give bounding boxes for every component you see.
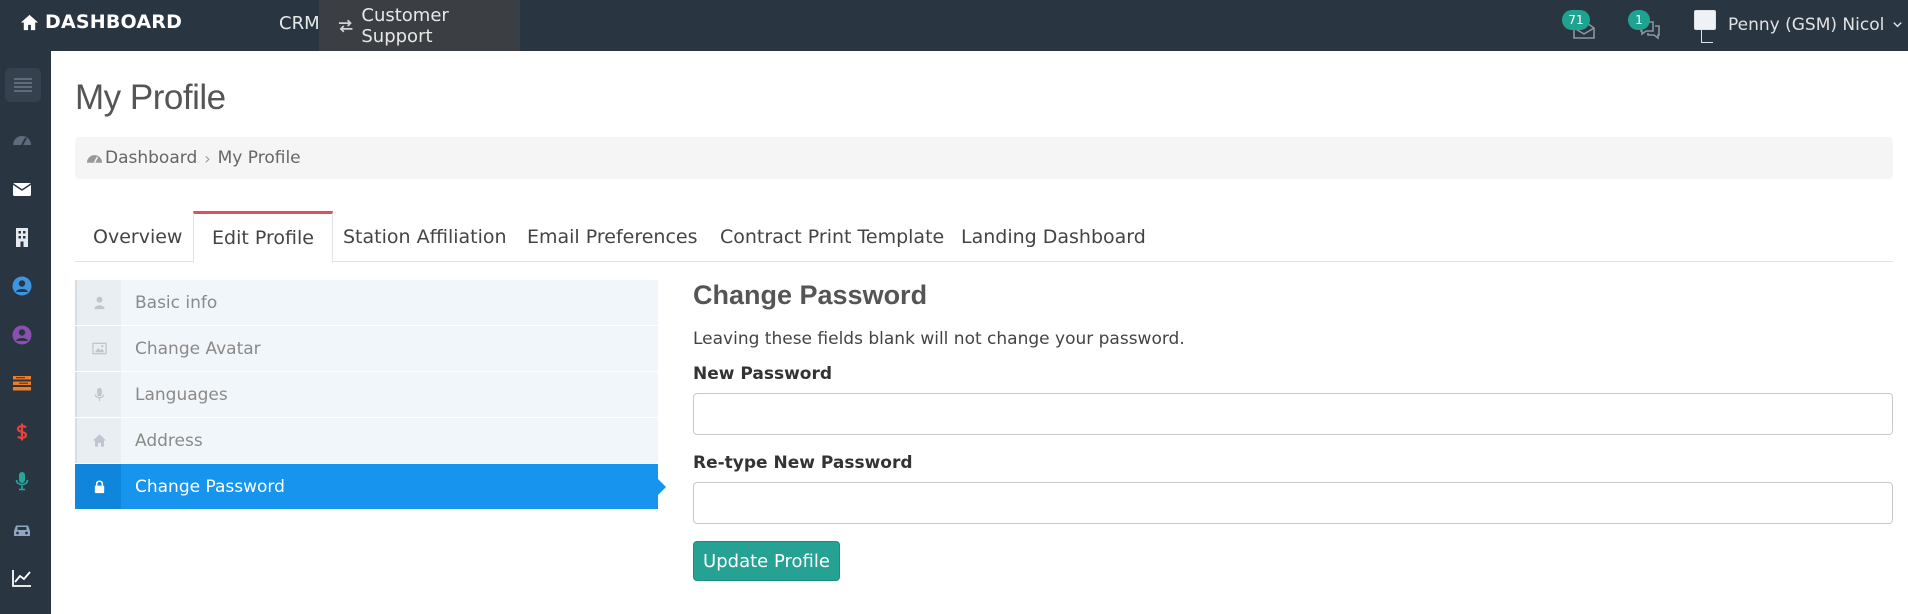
image-icon	[91, 342, 107, 355]
breadcrumb-current: My Profile	[217, 148, 301, 168]
speedometer-icon	[86, 155, 103, 164]
microphone-icon	[94, 387, 104, 402]
mail-notifications[interactable]: 71	[1562, 10, 1598, 40]
menu-item-address[interactable]: Address	[75, 418, 658, 463]
menu-item-label: Languages	[135, 384, 228, 405]
exchange-icon	[338, 19, 353, 32]
building-icon	[16, 228, 28, 247]
page-title: My Profile	[75, 78, 226, 117]
nav-customer-support-link[interactable]: Customer Support	[319, 0, 520, 51]
sidebar-item-dashboard[interactable]	[10, 128, 34, 152]
envelope-icon	[12, 183, 32, 196]
sidebar-item-audio[interactable]	[10, 469, 34, 493]
home-icon	[20, 14, 39, 30]
brand-label: DASHBOARD	[45, 11, 183, 33]
avatar	[1692, 7, 1722, 43]
profile-tabs: Overview Edit Profile Station Affiliatio…	[75, 211, 1893, 263]
sidebar-item-vehicles[interactable]	[10, 518, 34, 542]
dashboard-home-link[interactable]: DASHBOARD	[20, 0, 182, 44]
menu-icon	[14, 78, 32, 92]
user-icon	[93, 296, 105, 310]
user-circle-icon	[12, 276, 32, 296]
mail-count-badge: 71	[1562, 10, 1590, 30]
car-icon	[14, 525, 30, 536]
menu-item-change-avatar[interactable]: Change Avatar	[75, 326, 658, 371]
chat-count-badge: 1	[1628, 10, 1650, 30]
new-password-label: New Password	[693, 364, 833, 384]
user-name: Penny (GSM) Nicol	[1728, 14, 1885, 35]
menu-item-label: Basic info	[135, 292, 218, 313]
menu-item-label: Address	[135, 430, 203, 451]
sidebar-item-billing[interactable]	[10, 420, 34, 444]
nav-crm-link[interactable]: CRM	[279, 0, 320, 47]
menu-item-label: Change Avatar	[135, 338, 261, 359]
tab-edit-profile[interactable]: Edit Profile	[193, 211, 333, 263]
retype-password-input[interactable]	[693, 482, 1893, 524]
menu-item-basic-info[interactable]: Basic info	[75, 280, 658, 325]
sidebar-item-mail[interactable]	[10, 177, 34, 201]
menu-item-label: Change Password	[135, 476, 285, 497]
edit-profile-menu: Basic info Change Avatar Languages Addre…	[75, 280, 666, 510]
home-icon	[92, 434, 106, 447]
new-password-input[interactable]	[693, 393, 1893, 435]
top-navbar: DASHBOARD CRM Customer Support 71 1 Penn…	[0, 0, 1908, 51]
form-help-text: Leaving these fields blank will not chan…	[693, 329, 1185, 349]
menu-item-languages[interactable]: Languages	[75, 372, 658, 417]
tab-station-affiliation[interactable]: Station Affiliation	[325, 211, 525, 262]
speedometer-icon	[13, 136, 31, 146]
dollar-icon	[16, 423, 28, 441]
stack-icon	[13, 376, 31, 391]
chat-notifications[interactable]: 1	[1628, 10, 1664, 40]
sidebar-toggle-button[interactable]	[5, 68, 41, 102]
sidebar-item-reports[interactable]	[10, 566, 34, 590]
sidebar-item-companies[interactable]	[10, 225, 34, 249]
microphone-icon	[15, 472, 29, 491]
form-title: Change Password	[693, 280, 928, 310]
tab-contract-print-template[interactable]: Contract Print Template	[702, 211, 962, 262]
sidebar-item-inventory[interactable]	[10, 371, 34, 395]
tab-overview[interactable]: Overview	[75, 211, 200, 262]
breadcrumb: Dashboard › My Profile	[75, 137, 1893, 179]
user-menu[interactable]: Penny (GSM) Nicol	[1692, 0, 1903, 49]
tab-email-preferences[interactable]: Email Preferences	[509, 211, 716, 262]
breadcrumb-dashboard-link[interactable]: Dashboard	[105, 148, 197, 168]
tab-landing-dashboard[interactable]: Landing Dashboard	[943, 211, 1164, 262]
sidebar-item-contacts[interactable]	[10, 274, 34, 298]
update-profile-button[interactable]: Update Profile	[693, 541, 840, 581]
line-chart-icon	[12, 570, 31, 587]
nav-support-label: Customer Support	[361, 4, 449, 47]
sidebar	[0, 51, 51, 614]
user-circle-icon	[12, 325, 32, 345]
retype-password-label: Re-type New Password	[693, 453, 913, 473]
menu-item-change-password[interactable]: Change Password	[75, 464, 666, 509]
chevron-down-icon	[1893, 22, 1903, 28]
breadcrumb-separator: ›	[204, 148, 211, 168]
sidebar-item-users[interactable]	[10, 323, 34, 347]
lock-icon	[94, 480, 104, 494]
